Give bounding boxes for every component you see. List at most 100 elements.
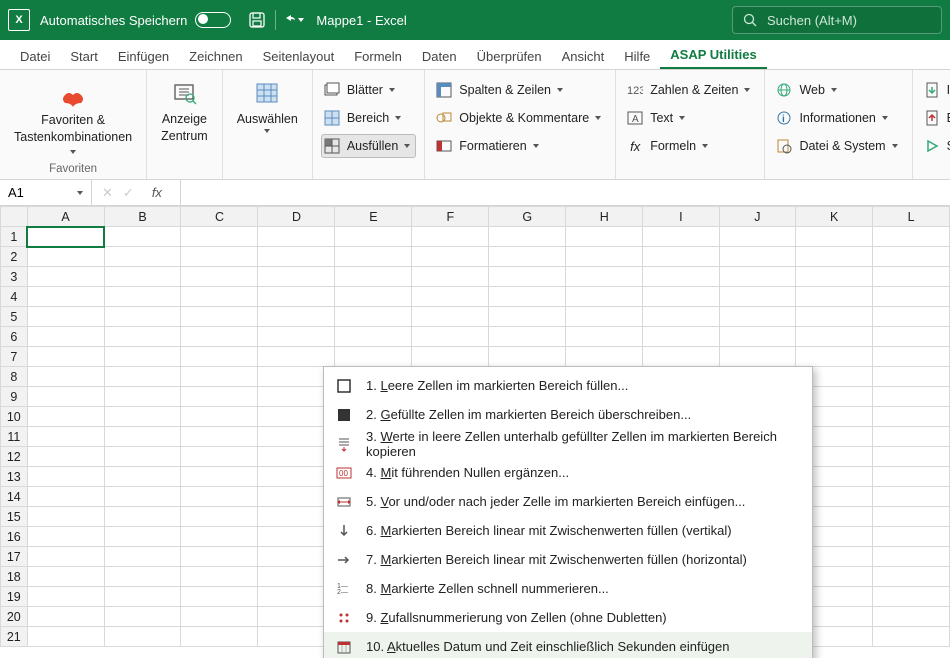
cell[interactable] — [873, 387, 950, 407]
cell[interactable] — [27, 387, 104, 407]
chevron-down-icon[interactable] — [77, 191, 83, 195]
cell[interactable] — [27, 367, 104, 387]
save-icon[interactable] — [247, 10, 267, 30]
cell[interactable] — [873, 407, 950, 427]
cell[interactable] — [489, 347, 566, 367]
cell[interactable] — [873, 547, 950, 567]
cell[interactable] — [873, 367, 950, 387]
cell[interactable] — [643, 227, 719, 247]
cell[interactable] — [412, 327, 489, 347]
row-header[interactable]: 21 — [1, 627, 28, 647]
cell[interactable] — [566, 307, 643, 327]
cell[interactable] — [566, 327, 643, 347]
menu-item-2[interactable]: 2. Gefüllte Zellen im markierten Bereich… — [324, 400, 812, 429]
cell[interactable] — [181, 547, 258, 567]
menu-item-1[interactable]: 1. Leere Zellen im markierten Bereich fü… — [324, 371, 812, 400]
favoriten-button[interactable]: Favoriten & Tastenkombinationen — [8, 77, 138, 162]
menu-item-10[interactable]: 10. Aktuelles Datum und Zeit einschließl… — [324, 632, 812, 658]
cell[interactable] — [873, 447, 950, 467]
formula-input[interactable] — [181, 180, 950, 205]
menu-item-7[interactable]: 7. Markierten Bereich linear mit Zwische… — [324, 545, 812, 574]
cell[interactable] — [104, 507, 181, 527]
cell[interactable] — [258, 307, 335, 327]
blatter-button[interactable]: Blätter — [321, 78, 416, 102]
cell[interactable] — [873, 347, 950, 367]
cell[interactable] — [104, 407, 181, 427]
name-box[interactable]: A1 — [0, 180, 92, 205]
cell[interactable] — [104, 347, 181, 367]
cell[interactable] — [873, 567, 950, 587]
row-header[interactable]: 18 — [1, 567, 28, 587]
col-header[interactable]: I — [643, 207, 719, 227]
cell[interactable] — [104, 587, 181, 607]
datei-system-button[interactable]: Datei & System — [773, 134, 903, 158]
cell[interactable] — [796, 327, 873, 347]
cell[interactable] — [181, 367, 258, 387]
cell[interactable] — [181, 527, 258, 547]
cell[interactable] — [181, 447, 258, 467]
row-header[interactable]: 15 — [1, 507, 28, 527]
cell[interactable] — [796, 307, 873, 327]
row-header[interactable]: 17 — [1, 547, 28, 567]
cell[interactable] — [181, 507, 258, 527]
cell[interactable] — [104, 627, 181, 647]
cell[interactable] — [873, 507, 950, 527]
cell[interactable] — [335, 267, 412, 287]
cell[interactable] — [181, 287, 258, 307]
cell[interactable] — [104, 527, 181, 547]
cell[interactable] — [335, 327, 412, 347]
cell[interactable] — [643, 307, 719, 327]
cell[interactable] — [873, 487, 950, 507]
zahlen-zeiten-button[interactable]: 123 Zahlen & Zeiten — [624, 78, 756, 102]
tab-file[interactable]: Datei — [10, 43, 60, 69]
cell[interactable] — [873, 287, 950, 307]
cell[interactable] — [181, 607, 258, 627]
cell[interactable] — [873, 627, 950, 647]
cell[interactable] — [27, 307, 104, 327]
cell[interactable] — [258, 247, 335, 267]
cell[interactable] — [643, 247, 719, 267]
cell[interactable] — [873, 247, 950, 267]
cell[interactable] — [796, 287, 873, 307]
cell[interactable] — [258, 267, 335, 287]
cell[interactable] — [181, 627, 258, 647]
row-header[interactable]: 3 — [1, 267, 28, 287]
web-button[interactable]: Web — [773, 78, 903, 102]
formatieren-button[interactable]: Formatieren — [433, 134, 607, 158]
cell[interactable] — [335, 247, 412, 267]
tab-insert[interactable]: Einfügen — [108, 43, 179, 69]
row-header[interactable]: 4 — [1, 287, 28, 307]
informationen-button[interactable]: i Informationen — [773, 106, 903, 130]
objekte-kommentare-button[interactable]: Objekte & Kommentare — [433, 106, 607, 130]
cell[interactable] — [27, 627, 104, 647]
cell[interactable] — [258, 327, 335, 347]
cell[interactable] — [566, 227, 643, 247]
cell[interactable] — [181, 327, 258, 347]
tab-help[interactable]: Hilfe — [614, 43, 660, 69]
cell[interactable] — [335, 287, 412, 307]
cell[interactable] — [873, 587, 950, 607]
row-header[interactable]: 16 — [1, 527, 28, 547]
auswahlen-button[interactable]: Auswählen — [231, 76, 304, 135]
row-header[interactable]: 11 — [1, 427, 28, 447]
cell[interactable] — [181, 387, 258, 407]
cell[interactable] — [104, 447, 181, 467]
col-header[interactable]: K — [796, 207, 873, 227]
cell[interactable] — [181, 587, 258, 607]
row-header[interactable]: 6 — [1, 327, 28, 347]
text-button[interactable]: A Text — [624, 106, 756, 130]
cell[interactable] — [873, 467, 950, 487]
cell[interactable] — [719, 287, 796, 307]
row-header[interactable]: 1 — [1, 227, 28, 247]
cell[interactable] — [719, 307, 796, 327]
col-header[interactable]: B — [104, 207, 181, 227]
cell[interactable] — [27, 607, 104, 627]
cell[interactable] — [489, 247, 566, 267]
ausfullen-button[interactable]: Ausfüllen — [321, 134, 416, 158]
menu-item-3[interactable]: 3. Werte in leere Zellen unterhalb gefül… — [324, 429, 812, 458]
cell[interactable] — [412, 227, 489, 247]
cell[interactable] — [873, 607, 950, 627]
cell[interactable] — [566, 287, 643, 307]
cell[interactable] — [489, 227, 566, 247]
cell[interactable] — [873, 427, 950, 447]
